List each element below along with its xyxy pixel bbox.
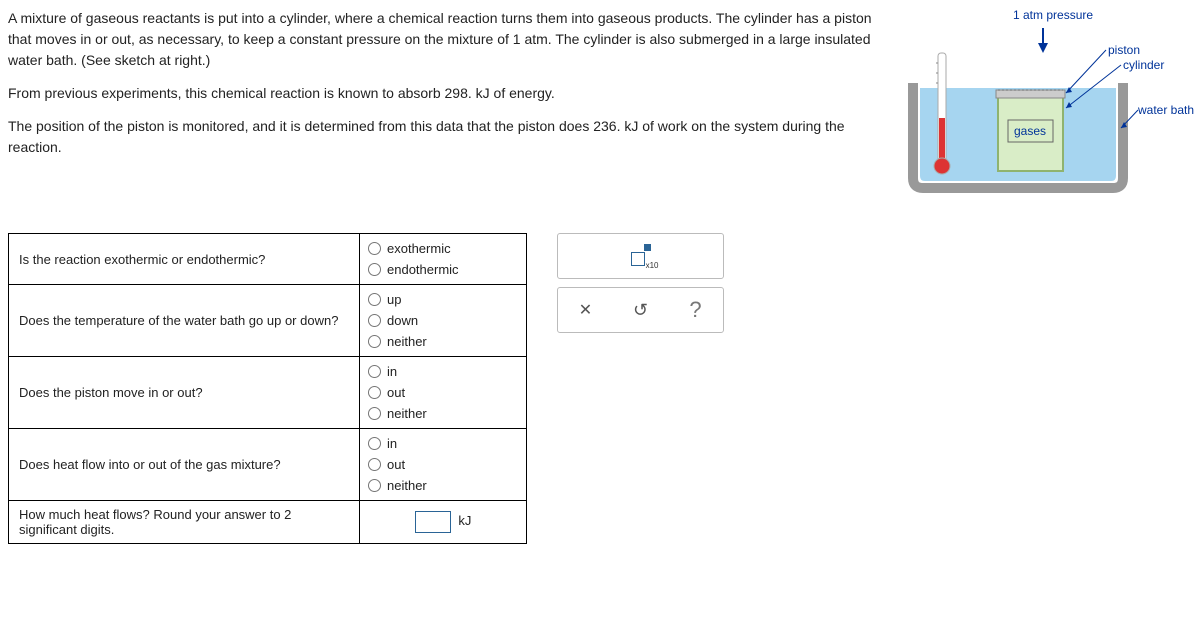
close-icon: ✕ [579,300,592,320]
q2-opt-down[interactable] [368,314,381,327]
apparatus-diagram: 1 atm pressure piston cylinder water bat… [898,8,1188,193]
gases-label-svg: gases [1014,124,1046,138]
diagram-svg: gases [898,8,1178,193]
q1-opt-exothermic[interactable] [368,242,381,255]
q4-answers: in out neither [360,429,527,501]
problem-paragraph-3: The position of the piston is monitored,… [8,116,878,158]
sci-notation-button[interactable]: x10 [613,234,667,278]
q3-answers: in out neither [360,357,527,429]
q1-opt-endothermic[interactable] [368,263,381,276]
help-button[interactable]: ? [668,288,722,332]
q1-answers: exothermic endothermic [360,234,527,285]
q3-opt-neither[interactable] [368,407,381,420]
pressure-label: 1 atm pressure [1013,8,1093,22]
q5-text: How much heat flows? Round your answer t… [9,501,360,544]
q5-answer: kJ [360,501,527,544]
q3-opt-in[interactable] [368,365,381,378]
q2-opt-neither[interactable] [368,335,381,348]
piston-label: piston [1108,43,1140,57]
tool-palette: x10 ✕ ↺ ? [557,233,724,333]
help-icon: ? [689,297,701,323]
heat-unit: kJ [458,513,471,528]
waterbath-label: water bath [1138,103,1194,117]
q1-text: Is the reaction exothermic or endothermi… [9,234,360,285]
reset-button[interactable]: ↺ [613,288,667,332]
q3-opt-out[interactable] [368,386,381,399]
clear-button[interactable]: ✕ [558,288,612,332]
q4-opt-in[interactable] [368,437,381,450]
problem-paragraph-2: From previous experiments, this chemical… [8,83,878,104]
q2-opt-up[interactable] [368,293,381,306]
q2-text: Does the temperature of the water bath g… [9,285,360,357]
q3-text: Does the piston move in or out? [9,357,360,429]
problem-paragraph-1: A mixture of gaseous reactants is put in… [8,8,878,71]
q4-opt-neither[interactable] [368,479,381,492]
q4-text: Does heat flow into or out of the gas mi… [9,429,360,501]
question-table: Is the reaction exothermic or endothermi… [8,233,527,544]
q4-opt-out[interactable] [368,458,381,471]
q2-answers: up down neither [360,285,527,357]
heat-input[interactable] [415,511,451,533]
undo-icon: ↺ [633,300,648,321]
cylinder-label: cylinder [1123,58,1164,72]
problem-text: A mixture of gaseous reactants is put in… [8,8,878,193]
